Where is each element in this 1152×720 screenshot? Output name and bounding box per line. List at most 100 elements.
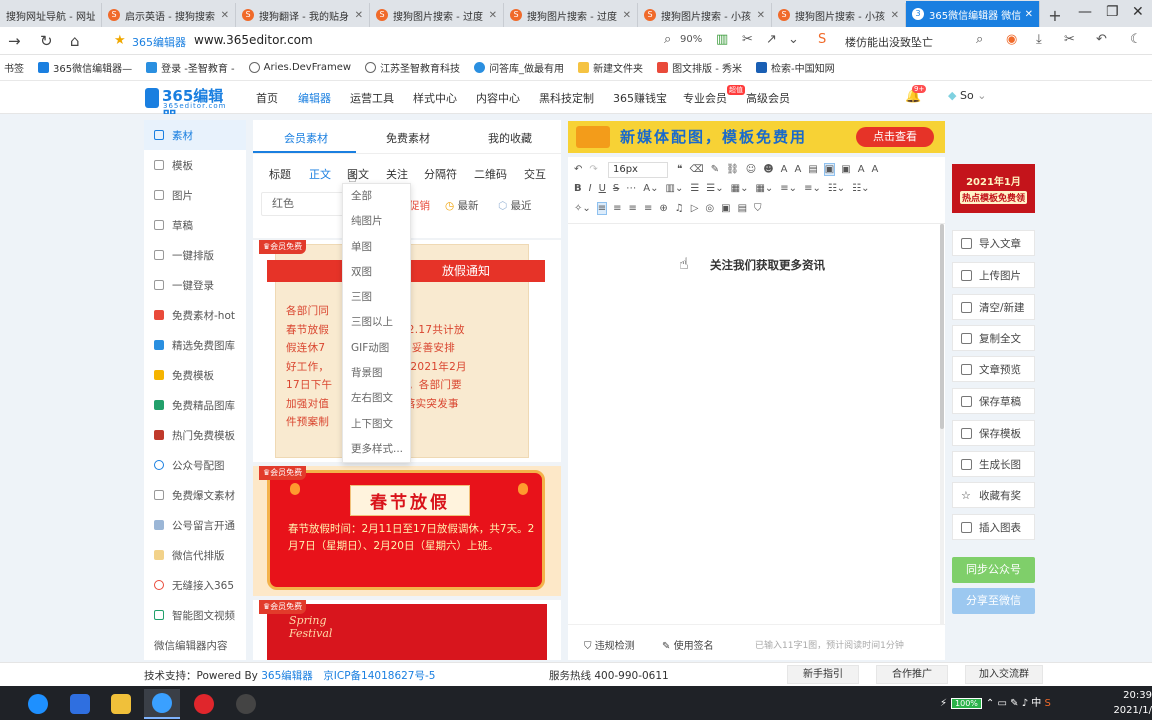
bookmark-item[interactable]: 365微信编辑器— <box>38 60 132 75</box>
sidebar-item-free-gallery[interactable]: 精选免费图库 <box>144 330 246 360</box>
dropdown-option[interactable]: 左右图文 <box>343 386 410 411</box>
browser-app[interactable] <box>144 689 180 719</box>
sidebar-item-premium-gallery[interactable]: 免费精品图库 <box>144 390 246 420</box>
dropdown-option[interactable]: 背景图 <box>343 361 410 386</box>
sync-wechat-button[interactable]: 同步公众号 <box>952 557 1035 583</box>
chevron-up-icon[interactable]: ⌃ <box>986 698 994 709</box>
join-group-button[interactable]: 加入交流群 <box>965 665 1043 684</box>
bookmark-item[interactable]: 检索-中国知网 <box>756 60 835 75</box>
smile-icon[interactable]: ☻ <box>763 164 773 175</box>
shield-icon[interactable]: ⛉ <box>754 203 762 214</box>
save-template-button[interactable]: 保存模板 <box>952 420 1035 446</box>
browser-tab[interactable]: 搜狗网址导航 - 网址 <box>0 3 102 27</box>
editor-scrollbar-thumb[interactable] <box>940 224 944 429</box>
nav-ops-tools[interactable]: 运营工具 <box>350 90 394 106</box>
editor-content-text[interactable]: 关注我们获取更多资讯 <box>710 257 825 273</box>
nav-earn[interactable]: 365赚钱宝 <box>613 90 667 106</box>
bookmark-item[interactable]: 问答库_做最有用 <box>474 60 564 75</box>
browser-tab-active[interactable]: 3 365微信编辑器 微信 ✕ <box>906 1 1040 27</box>
editor-canvas[interactable]: ☝ 关注我们获取更多资讯 <box>568 224 945 624</box>
align-left-icon[interactable]: ≡ <box>596 202 608 215</box>
sidebar-item-material[interactable]: 素材 <box>144 120 246 150</box>
nav-home[interactable]: 首页 <box>256 90 278 106</box>
italic-icon[interactable]: I <box>589 183 592 194</box>
nav-content-center[interactable]: 内容中心 <box>476 90 520 106</box>
import-article-button[interactable]: 导入文章 <box>952 230 1035 256</box>
music-icon[interactable]: ♫ <box>675 203 684 214</box>
gallery-insert-icon[interactable]: ▤ <box>738 203 747 214</box>
emoji-icon[interactable]: ☺ <box>746 164 756 175</box>
close-icon[interactable]: ✕ <box>1025 9 1033 20</box>
dropdown-option[interactable]: 全部 <box>343 184 410 209</box>
collect-reward-button[interactable]: ☆ 收藏有奖 <box>952 482 1035 508</box>
bold-icon[interactable]: B <box>574 183 582 194</box>
copy-all-button[interactable]: 复制全文 <box>952 325 1035 351</box>
text-align-icon[interactable]: ≡⌄ <box>780 183 797 194</box>
search-suggestion[interactable]: 楼仿能出没致坠亡 <box>845 34 933 50</box>
minimize-icon[interactable]: — <box>1078 4 1092 20</box>
indent-icon[interactable]: ☰ <box>690 183 699 194</box>
border-icon[interactable]: ▦⌄ <box>755 183 773 194</box>
emoji-picker-icon[interactable]: ⊕ <box>659 203 667 214</box>
sidebar-item-auto-layout[interactable]: 一键排版 <box>144 240 246 270</box>
dropdown-option[interactable]: 三图以上 <box>343 310 410 335</box>
sidebar-item-hot-template[interactable]: 热门免费模板 <box>144 420 246 450</box>
bookmark-item[interactable]: 登录 -圣智教育 - <box>146 60 235 75</box>
font-size-select[interactable]: 16px <box>607 162 668 178</box>
redo-icon[interactable]: ↷ <box>589 164 597 175</box>
close-icon[interactable]: ✕ <box>489 10 497 21</box>
ie-app[interactable] <box>20 689 56 719</box>
magic-wand-icon[interactable]: ✧⌄ <box>574 203 591 214</box>
font-grow-icon[interactable]: A <box>781 164 788 175</box>
table-icon[interactable]: ▦⌄ <box>731 183 749 194</box>
browser-tab[interactable]: S 搜狗图片搜索 - 过度 ✕ <box>504 3 638 27</box>
dropdown-option[interactable]: 单图 <box>343 235 410 260</box>
maximize-icon[interactable]: ❐ <box>1106 4 1119 20</box>
share-wechat-button[interactable]: 分享至微信 <box>952 588 1035 614</box>
filter-follow[interactable]: 关注 <box>386 166 408 182</box>
eraser-icon[interactable]: ⌫ <box>690 164 704 175</box>
filter-divider[interactable]: 分隔符 <box>424 166 457 182</box>
compliance-check-button[interactable]: ⛉ 违规检测 <box>584 637 635 652</box>
sidebar-item-template[interactable]: 模板 <box>144 150 246 180</box>
insert-chart-button[interactable]: 插入图表 <box>952 514 1035 540</box>
letter-spacing-icon[interactable]: A <box>858 164 865 175</box>
filter-qrcode[interactable]: 二维码 <box>474 166 507 182</box>
sidebar-item-free-template[interactable]: 免费模板 <box>144 360 246 390</box>
chevron-down-icon[interactable]: ⌄ <box>788 32 799 47</box>
promo-filter[interactable]: 促销 <box>409 198 430 213</box>
sidebar-item-integrate[interactable]: 无缝接入365 <box>144 570 246 600</box>
nav-premium-member[interactable]: 高级会员 <box>746 90 790 106</box>
strikethrough-icon[interactable]: S <box>613 183 619 194</box>
dropdown-option[interactable]: 上下图文 <box>343 412 410 437</box>
bookmark-item[interactable]: Aries.DevFramew <box>248 62 351 73</box>
preview-button[interactable]: 文章预览 <box>952 356 1035 382</box>
upload-image-button[interactable]: 上传图片 <box>952 262 1035 288</box>
browser-tab[interactable]: S 搜狗翻译 - 我的贴身 ✕ <box>236 3 370 27</box>
support-link[interactable]: 365编辑器 <box>261 670 313 682</box>
align-center-icon[interactable]: ≡ <box>613 203 621 214</box>
close-icon[interactable]: ✕ <box>355 10 363 21</box>
material-card[interactable]: Spring Festival ♛会员免费 <box>253 600 561 660</box>
nav-style-center[interactable]: 样式中心 <box>413 90 457 106</box>
link-icon[interactable]: ⛓ <box>726 164 739 175</box>
sort-latest[interactable]: ◷ 最新 <box>445 198 479 213</box>
volume-icon[interactable]: ♪ <box>1022 698 1028 709</box>
system-clock[interactable]: 20:39 2021/1/ <box>1112 688 1152 718</box>
window-close-icon[interactable]: ✕ <box>1132 4 1144 20</box>
netease-music-app[interactable] <box>186 689 222 719</box>
close-icon[interactable]: ✕ <box>757 10 765 21</box>
forward-icon[interactable]: → <box>8 32 21 50</box>
explorer-app[interactable] <box>103 689 139 719</box>
beginner-guide-button[interactable]: 新手指引 <box>787 665 859 684</box>
banner-view-button[interactable]: 点击查看 <box>856 127 934 147</box>
sidebar-item-viral-material[interactable]: 免费爆文素材 <box>144 480 246 510</box>
video-icon[interactable]: ▷ <box>691 203 699 214</box>
nav-editor[interactable]: 编辑器 <box>298 90 331 106</box>
filter-interactive[interactable]: 交互 <box>524 166 546 182</box>
sidebar-item-wechat-image[interactable]: 公众号配图 <box>144 450 246 480</box>
align-justify-icon[interactable]: ≡ <box>644 203 652 214</box>
reload-icon[interactable]: ↻ <box>40 32 53 50</box>
ime-indicator[interactable]: 中 <box>1031 698 1041 709</box>
game-icon[interactable]: ◉ <box>1006 32 1017 47</box>
